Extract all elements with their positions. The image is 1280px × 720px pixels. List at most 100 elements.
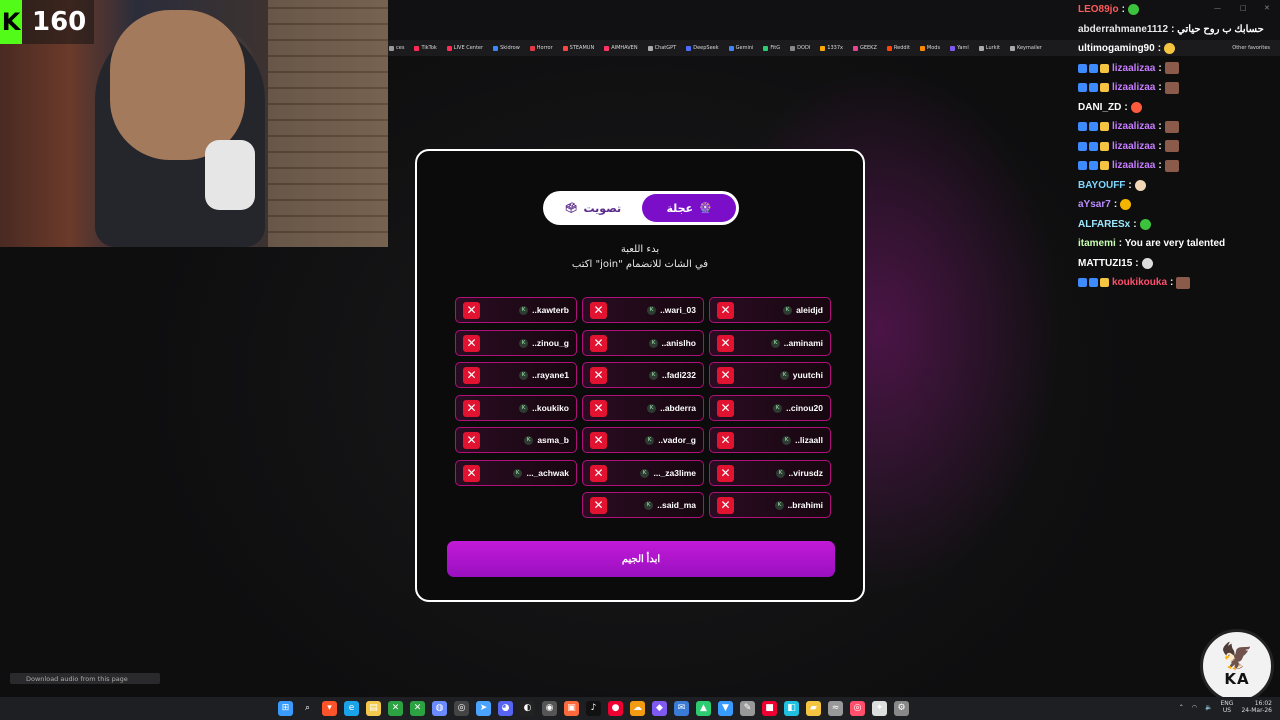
bookmark-item[interactable]: Lurkit <box>974 45 1005 51</box>
chat-username[interactable]: DANI_ZD <box>1078 102 1121 113</box>
remove-player-button[interactable]: ✕ <box>590 399 607 417</box>
tab-vote[interactable]: 🗳 تصويت <box>546 194 640 222</box>
bookmark-item[interactable]: TikTok <box>409 45 441 51</box>
app-icon[interactable]: ▼ <box>718 701 733 716</box>
xbox-icon[interactable]: ✕ <box>410 701 425 716</box>
edge-icon[interactable]: e <box>344 701 359 716</box>
player-slot: ✕ ..aminami K <box>709 329 831 356</box>
bookmark-icon <box>852 45 858 51</box>
app-icon[interactable]: ◆ <box>652 701 667 716</box>
bookmark-item[interactable]: STEAMUN <box>558 45 600 51</box>
globe-icon[interactable]: ◍ <box>432 701 447 716</box>
chat-username[interactable]: lizaalizaa <box>1112 63 1155 74</box>
chat-username[interactable]: ultimogaming90 <box>1078 43 1155 54</box>
bookmark-item[interactable]: GEEKZ <box>848 45 882 51</box>
windows-icon[interactable]: ⊞ <box>278 701 293 716</box>
bookmark-item[interactable]: Reddit <box>882 45 915 51</box>
chat-username[interactable]: lizaalizaa <box>1112 82 1155 93</box>
app-icon[interactable]: ▣ <box>564 701 579 716</box>
start-game-button[interactable]: ابدأ الجيم <box>447 541 835 577</box>
tiktok-icon[interactable]: ♪ <box>586 701 601 716</box>
remove-player-button[interactable]: ✕ <box>463 464 480 482</box>
remove-player-button[interactable]: ✕ <box>717 432 734 449</box>
app-icon[interactable]: ◎ <box>850 701 865 716</box>
bookmark-item[interactable]: Keymailer <box>1005 45 1047 51</box>
volume-icon[interactable]: 🔈 <box>1205 704 1212 711</box>
discord-icon[interactable]: ◕ <box>498 701 513 716</box>
remove-player-button[interactable]: ✕ <box>717 464 734 482</box>
record-icon[interactable]: ● <box>608 701 623 716</box>
app-icon[interactable]: ▰ <box>806 701 821 716</box>
tab-wheel[interactable]: عجلة 🎡 <box>642 194 736 222</box>
player-slot: ✕ ..vador_g K <box>582 427 704 453</box>
remove-player-button[interactable]: ✕ <box>463 367 480 384</box>
remove-player-button[interactable]: ✕ <box>717 334 734 352</box>
bookmark-item[interactable]: Yaml <box>945 45 974 51</box>
settings-icon[interactable]: ⚙ <box>894 701 909 716</box>
bookmark-item[interactable]: DeepSeek <box>681 45 723 51</box>
remove-player-button[interactable]: ✕ <box>717 399 734 417</box>
download-audio-pill[interactable]: Download audio from this page <box>10 673 160 684</box>
remove-player-button[interactable]: ✕ <box>463 399 480 417</box>
bookmark-item[interactable]: 1337x <box>815 45 848 51</box>
cloud-icon[interactable]: ☁ <box>630 701 645 716</box>
remove-player-button[interactable]: ✕ <box>590 367 607 384</box>
chevron-up-icon[interactable]: ⌃ <box>1179 704 1184 711</box>
bookmark-item[interactable]: LIVE Center <box>442 45 488 51</box>
bookmark-item[interactable]: ChatGPT <box>643 45 682 51</box>
chat-username[interactable]: koukikouka <box>1112 277 1167 288</box>
chatgpt-icon[interactable]: ◎ <box>454 701 469 716</box>
app-icon[interactable]: ▲ <box>696 701 711 716</box>
app-icon[interactable]: ■ <box>762 701 777 716</box>
language-indicator[interactable]: ENG US <box>1221 700 1234 714</box>
chat-username[interactable]: lizaalizaa <box>1112 160 1155 171</box>
bookmark-item[interactable]: DODI <box>785 45 815 51</box>
folder-icon[interactable]: ▤ <box>366 701 381 716</box>
chat-username[interactable]: ALFARESx <box>1078 219 1130 230</box>
wifi-icon[interactable]: ◠ <box>1192 704 1197 711</box>
chat-username[interactable]: MATTUZI15 <box>1078 258 1132 269</box>
tab-wheel-label: عجلة <box>666 201 694 215</box>
app-icon[interactable]: ◧ <box>784 701 799 716</box>
bookmark-item[interactable]: Skidrow <box>488 45 525 51</box>
remove-player-button[interactable]: ✕ <box>463 302 480 319</box>
kick-badge-icon: K <box>644 501 653 510</box>
remove-player-button[interactable]: ✕ <box>717 497 734 514</box>
remove-player-button[interactable]: ✕ <box>590 302 607 319</box>
brave-icon[interactable]: ▾ <box>322 701 337 716</box>
mail-icon[interactable]: ✉ <box>674 701 689 716</box>
steam-icon[interactable]: ◐ <box>520 701 535 716</box>
obs-icon[interactable]: ◉ <box>542 701 557 716</box>
bookmark-item[interactable]: AIMHAVEN <box>599 45 642 51</box>
remove-player-button[interactable]: ✕ <box>590 464 607 482</box>
remove-player-button[interactable]: ✕ <box>463 432 480 449</box>
remove-player-button[interactable]: ✕ <box>717 367 734 384</box>
chat-username[interactable]: LEO89jo <box>1078 4 1119 15</box>
remove-player-button[interactable]: ✕ <box>590 334 607 352</box>
bookmark-item[interactable]: Gemini <box>724 45 759 51</box>
pen-icon[interactable]: ✎ <box>740 701 755 716</box>
chat-username[interactable]: BAYOUFF <box>1078 180 1125 191</box>
send-icon[interactable]: ➤ <box>476 701 491 716</box>
bookmark-label: TikTok <box>421 45 437 51</box>
remove-player-button[interactable]: ✕ <box>590 497 607 514</box>
remove-player-button[interactable]: ✕ <box>717 302 734 319</box>
chat-username[interactable]: lizaalizaa <box>1112 141 1155 152</box>
search-icon[interactable]: ⌕ <box>300 701 315 716</box>
remove-player-button[interactable]: ✕ <box>463 334 480 352</box>
app-icon[interactable]: ✦ <box>872 701 887 716</box>
remove-player-button[interactable]: ✕ <box>590 432 607 449</box>
taskbar-icons: ⊞ ⌕ ▾ e ▤ ✕ ✕ ◍ ◎ ➤ ◕ ◐ ◉ ▣ ♪ ● ☁ ◆ ✉ ▲ ▼ ✎ ■ ◧ ▰ ≈ ◎ ✦ ⚙ <box>278 701 909 716</box>
bookmark-item[interactable]: FitG <box>758 45 785 51</box>
app-icon[interactable]: ≈ <box>828 701 843 716</box>
xbox-icon[interactable]: ✕ <box>388 701 403 716</box>
chat-username[interactable]: lizaalizaa <box>1112 121 1155 132</box>
badge-icon <box>1100 161 1109 171</box>
bookmark-item[interactable]: Horror <box>525 45 558 51</box>
chat-username[interactable]: itamemi <box>1078 238 1116 249</box>
clock[interactable]: 16:02 24-Mar-26 <box>1241 700 1272 714</box>
bookmark-item[interactable]: Mods <box>915 45 945 51</box>
chat-username[interactable]: abderrahmane1112 <box>1078 24 1168 35</box>
instruction-line: اكتب "join" في الشات للانضمام <box>571 259 709 270</box>
chat-username[interactable]: aYsar7 <box>1078 199 1111 210</box>
